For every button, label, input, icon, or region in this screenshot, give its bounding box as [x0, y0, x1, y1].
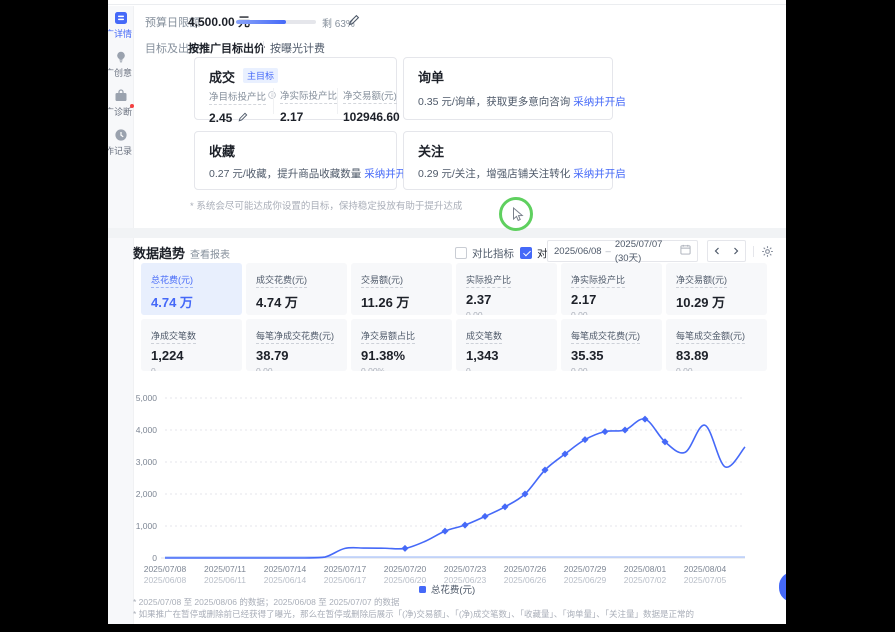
- sidebar-item-0[interactable]: 推广详情: [108, 6, 133, 45]
- sidebar-item-2[interactable]: 推广诊断: [108, 84, 133, 123]
- budget-progress-bar: [236, 20, 316, 24]
- deal-metric-target-roi: 净目标投产比 2.45: [209, 86, 276, 125]
- data-point-marker: [461, 522, 468, 529]
- y-tick-label: 5,000: [136, 393, 158, 403]
- clock-icon: [114, 128, 128, 142]
- prev-period-button[interactable]: [707, 240, 727, 262]
- edit-budget-icon[interactable]: [348, 13, 360, 31]
- metric-card-8[interactable]: 净交易额占比91.38%0.00%: [351, 319, 452, 371]
- goal-card-inquiry: 询单 0.35 元/询单，获取更多意向咨询 采纳并开启: [403, 57, 613, 120]
- y-tick-label: 0: [152, 553, 157, 563]
- goal-card-follow-title: 关注: [418, 141, 444, 160]
- x-tick-label: 2025/07/08: [144, 564, 187, 574]
- footnote-date-range: * 2025/07/08 至 2025/08/06 的数据；2025/06/08…: [133, 596, 400, 608]
- sidebar-item-1[interactable]: 推广创意: [108, 45, 133, 84]
- x-tick-label: 2025/07/14: [264, 564, 307, 574]
- data-point-marker: [401, 545, 408, 552]
- x-tick-label: 2025/07/20: [384, 564, 427, 574]
- goal-card-deal-title: 成交: [209, 67, 235, 86]
- y-tick-label: 3,000: [136, 457, 158, 467]
- view-report-link[interactable]: 查看报表: [190, 246, 230, 261]
- mouse-cursor-icon: [512, 207, 524, 227]
- goal-card-follow: 关注 0.29 元/关注，增强店铺关注转化 采纳并开启: [403, 131, 613, 190]
- x-tick-label: 2025/07/26: [504, 564, 547, 574]
- metric-card-2[interactable]: 交易额(元)11.26 万0.00: [351, 263, 452, 315]
- metric-card-1[interactable]: 成交花费(元)4.74 万0.00: [246, 263, 347, 315]
- metric-card-0[interactable]: 总花费(元)4.74 万0.00: [141, 263, 242, 315]
- metric-card-7[interactable]: 每笔净成交花费(元)38.790.00: [246, 319, 347, 371]
- top-divider: [108, 0, 786, 5]
- metric-card-5[interactable]: 净交易额(元)10.29 万0.00: [666, 263, 767, 315]
- trend-line-chart: 0 1,000 2,000 3,000 4,000 5,000 2025/07/08 2025…: [108, 380, 786, 592]
- goal-card-favorite-title: 收藏: [209, 141, 235, 160]
- data-point-marker: [581, 436, 588, 443]
- y-tick-label: 4,000: [136, 425, 158, 435]
- footnote-disclaimer: * 如果推广在暂停或删除前已经获得了曝光，那么在暂停或删除后展示「(净)交易额」…: [133, 608, 694, 620]
- date-range-input[interactable]: 2025/06/08 – 2025/07/07 (30天): [547, 240, 698, 262]
- main-goal-badge: 主目标: [243, 68, 278, 83]
- goal-note: * 系统会尽可能达成你设置的目标，保持稳定投放有助于提升达成: [190, 198, 462, 212]
- x-tick-label: 2025/07/23: [444, 564, 487, 574]
- y-tick-label: 1,000: [136, 521, 158, 531]
- section-separator: [108, 228, 786, 238]
- x-tick-label: 2025/07/29: [564, 564, 607, 574]
- tab-bid-by-impression[interactable]: 按曝光计费: [270, 40, 325, 56]
- x-tick-label: 2025/08/01: [624, 564, 667, 574]
- x-tick-label: 2025/07/11: [204, 564, 246, 574]
- deal-metric-net-gmv: 净交易额(元) 102946.60: [343, 86, 400, 124]
- tab-divider: [263, 41, 264, 52]
- data-point-marker: [601, 428, 608, 435]
- bulb-icon: [114, 50, 128, 64]
- data-point-marker: [481, 513, 488, 520]
- y-tick-label: 2,000: [136, 489, 158, 499]
- tab-bid-by-goal[interactable]: 按推广目标出价: [188, 40, 265, 56]
- data-point-marker: [621, 426, 628, 433]
- metric-card-4[interactable]: 净实际投产比2.170.00: [561, 263, 662, 315]
- x-tick-label: 2025/07/17: [324, 564, 367, 574]
- goal-card-deal: 成交 主目标 净目标投产比 2.45 净实际投产比 2.17 净交易额(元) 1…: [194, 57, 397, 120]
- data-point-marker: [501, 503, 508, 510]
- kit-icon: [114, 89, 128, 103]
- chart-settings-gear-icon[interactable]: [761, 245, 774, 263]
- sidebar-item-3[interactable]: 操作记录: [108, 123, 133, 162]
- edit-roi-icon[interactable]: [238, 111, 248, 125]
- series-line-总花费(元): [165, 419, 745, 558]
- x-tick-label: 2025/08/04: [684, 564, 727, 574]
- app-window: 推广详情推广创意推广诊断操作记录 预算日限额: 4,500.00 元 剩 63%…: [108, 0, 786, 624]
- legend-swatch-total-spend: [419, 586, 426, 593]
- calendar-icon: [680, 244, 691, 258]
- metric-card-grid: 总花费(元)4.74 万0.00成交花费(元)4.74 万0.00交易额(元)1…: [141, 263, 767, 371]
- trend-title: 数据趋势: [133, 243, 185, 262]
- metric-card-6[interactable]: 净成交笔数1,2240: [141, 319, 242, 371]
- goal-card-favorite: 收藏 0.27 元/收藏，提升商品收藏数量 采纳并开启: [194, 131, 397, 190]
- doc-icon: [114, 11, 128, 25]
- legend-label: 总花费(元): [431, 582, 475, 596]
- metric-card-11[interactable]: 每笔成交金额(元)83.890.00: [666, 319, 767, 371]
- goal-card-inquiry-title: 询单: [418, 67, 444, 86]
- data-point-marker: [441, 528, 448, 535]
- data-point-marker: [641, 416, 648, 423]
- metric-card-9[interactable]: 成交笔数1,3430: [456, 319, 557, 371]
- adopt-enable-link-inquiry[interactable]: 采纳并开启: [573, 96, 626, 108]
- metric-card-3[interactable]: 实际投产比2.370.00: [456, 263, 557, 315]
- compare-metric-checkbox[interactable]: 对比指标: [455, 244, 514, 262]
- metric-card-10[interactable]: 每笔成交花费(元)35.350.00: [561, 319, 662, 371]
- notification-dot: [130, 104, 134, 108]
- chart-legend[interactable]: 总花费(元): [108, 582, 786, 596]
- deal-metric-actual-roi: 净实际投产比 2.17: [280, 86, 337, 124]
- adopt-enable-link-follow[interactable]: 采纳并开启: [573, 168, 626, 180]
- chart-canvas: 0 1,000 2,000 3,000 4,000 5,000 2025/07/08 2025…: [108, 380, 786, 592]
- next-period-button[interactable]: [726, 240, 746, 262]
